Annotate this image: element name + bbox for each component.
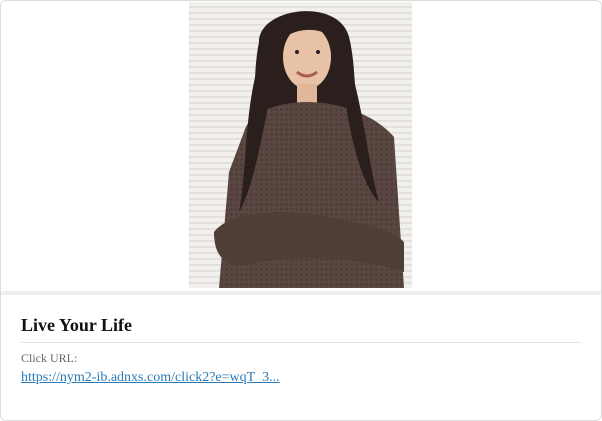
ad-media-area: [1, 1, 601, 291]
ad-preview-card: Live Your Life Click URL: https://nym2-i…: [0, 0, 602, 421]
click-url-link[interactable]: https://nym2-ib.adnxs.com/click2?e=wqT_3…: [21, 370, 280, 386]
ad-photo-illustration: [189, 2, 412, 288]
ad-creative-image[interactable]: [189, 2, 412, 288]
click-url-label: Click URL:: [21, 351, 78, 365]
ad-details: Live Your Life Click URL: https://nym2-i…: [21, 315, 581, 386]
ad-title: Live Your Life: [21, 315, 581, 343]
media-divider: [1, 291, 601, 295]
